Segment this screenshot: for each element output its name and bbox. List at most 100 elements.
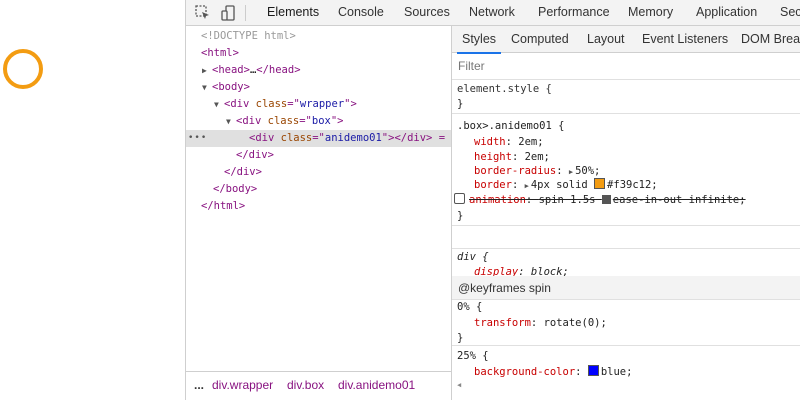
rule-close: } [457, 98, 464, 110]
closing-tag: </div> [224, 166, 262, 178]
tab-elements[interactable]: Elements [267, 0, 319, 25]
dom-node-close[interactable]: </html> [186, 198, 451, 215]
tab-console[interactable]: Console [338, 0, 384, 25]
doctype-text: <!DOCTYPE html> [201, 30, 296, 42]
toolbar-divider [245, 5, 246, 21]
expand-triangle-icon[interactable]: ▶ [569, 168, 573, 176]
rule-selector[interactable]: element.style { [457, 82, 552, 97]
dom-node-close[interactable]: </body> [186, 181, 451, 198]
breadcrumb-overflow[interactable]: ... [194, 378, 204, 392]
style-declaration-disabled[interactable]: animation: spin 1.5s ease-in-out infinit… [454, 193, 746, 208]
dom-node-head[interactable]: ▶ <head>…</head> [186, 62, 451, 79]
prop-value: rotate(0); [543, 317, 607, 329]
closing-tag: </html> [201, 200, 246, 212]
prop-value: spin 1.5s [538, 194, 596, 206]
rule-anidemo01: .box>.anidemo01 { width: 2em; height: 2e… [452, 114, 800, 226]
tag-text: </head> [256, 64, 301, 76]
dom-node-html[interactable]: <html> [186, 45, 451, 62]
breadcrumb: ... div.wrapper div.box div.anidemo01 [186, 371, 451, 400]
devtools-toolbar: Elements Console Sources Network Perform… [186, 0, 800, 26]
dom-node-box[interactable]: ▼ <div class="box"> [186, 113, 451, 130]
dom-node-anidemo01-selected[interactable]: ••• <div class="anidemo01"></div> = [186, 130, 451, 147]
tab-styles[interactable]: Styles [456, 26, 502, 54]
dom-node-close[interactable]: </div> [186, 147, 451, 164]
dom-node-close[interactable]: </div> [186, 164, 451, 181]
closing-tag: </body> [213, 183, 258, 195]
tag-name: div [242, 115, 262, 127]
closing-tag: </div> = [394, 132, 446, 144]
prop-value: 4px solid [530, 179, 588, 191]
keyframe-selector[interactable]: 0% { [457, 300, 482, 315]
tag-text: <html> [201, 47, 239, 59]
keyframe-25: 25% { background-color: blue; ◀ [452, 348, 800, 400]
tab-security[interactable]: Secu [780, 0, 800, 25]
prop-value: 2em; [518, 136, 544, 148]
rule-selector[interactable]: .box>.anidemo01 { [457, 119, 564, 134]
expand-triangle-icon[interactable]: ▶ [202, 62, 212, 79]
rule-close: } [457, 210, 464, 222]
prop-name: border-radius [474, 165, 557, 177]
prop-name: transform [474, 317, 531, 329]
tab-event-listeners[interactable]: Event Listeners [642, 26, 728, 53]
tab-dom-breakpoints[interactable]: DOM Breakpoints [741, 26, 800, 53]
prop-name: height [474, 151, 512, 163]
filter-input[interactable] [458, 57, 788, 75]
inspect-icon[interactable] [194, 4, 212, 22]
tag-name: div [255, 132, 275, 144]
color-swatch-icon[interactable] [587, 365, 599, 376]
breadcrumb-item[interactable]: div.box [287, 378, 324, 392]
style-declaration[interactable]: height: 2em; [474, 150, 550, 165]
style-declaration[interactable]: border-radius: ▶ 50%; [474, 164, 600, 179]
prop-value-tail: ease-in-out infinite; [612, 194, 746, 206]
tab-memory[interactable]: Memory [628, 0, 673, 25]
tab-sources[interactable]: Sources [404, 0, 450, 25]
tab-performance[interactable]: Performance [538, 0, 610, 25]
keyframe-0: 0% { transform: rotate(0); } [452, 300, 800, 346]
checkbox-icon[interactable] [454, 193, 465, 204]
prop-name: width [474, 136, 506, 148]
color-swatch-icon[interactable] [594, 178, 606, 189]
tab-layout[interactable]: Layout [587, 26, 625, 53]
breadcrumb-item[interactable]: div.anidemo01 [338, 378, 415, 392]
prop-name: animation [469, 194, 526, 206]
dom-tree: <!DOCTYPE html> <html> ▶ <head>…</head> ▼… [186, 26, 451, 371]
easing-editor-icon[interactable] [601, 195, 611, 204]
attr-value: anidemo01 [324, 132, 382, 144]
rule-close: } [457, 332, 464, 344]
expand-triangle-icon[interactable]: ▶ [525, 182, 529, 190]
keyframe-selector[interactable]: 25% { [457, 349, 489, 364]
collapse-triangle-icon[interactable]: ▼ [226, 113, 236, 130]
styles-subtabs: Styles Computed Layout Event Listeners D… [452, 26, 800, 54]
tab-network[interactable]: Network [469, 0, 515, 25]
rule-element-style: element.style { } [452, 80, 800, 114]
keyframes-header: @keyframes spin [452, 276, 800, 300]
attr-value: wrapper [299, 98, 345, 110]
page-viewport [0, 0, 185, 400]
dom-node-body[interactable]: ▼ <body> [186, 79, 451, 96]
style-declaration[interactable]: border: ▶ 4px solid #f39c12; [474, 178, 658, 193]
rule-selector[interactable]: div { [457, 250, 489, 265]
devtools-panel: Elements Console Sources Network Perform… [185, 0, 800, 400]
scroll-left-icon[interactable]: ◀ [457, 381, 461, 389]
dom-node-wrapper[interactable]: ▼ <div class="wrapper"> [186, 96, 451, 113]
closing-tag: </div> [236, 149, 274, 161]
collapse-triangle-icon[interactable]: ▼ [214, 96, 224, 113]
prop-value: 2em; [524, 151, 550, 163]
styles-pane: Styles Computed Layout Event Listeners D… [451, 26, 800, 400]
more-actions-icon[interactable]: ••• [188, 130, 207, 147]
attr-name: class [267, 115, 300, 127]
dom-node-doctype[interactable]: <!DOCTYPE html> [186, 28, 451, 45]
breadcrumb-item[interactable]: div.wrapper [212, 378, 273, 392]
attr-value: box [311, 115, 331, 127]
device-toggle-icon[interactable] [220, 4, 238, 22]
tab-computed[interactable]: Computed [511, 26, 569, 53]
collapse-triangle-icon[interactable]: ▼ [202, 79, 212, 96]
style-declaration[interactable]: width: 2em; [474, 135, 544, 150]
tag-text: <head> [212, 64, 250, 76]
filter-bar [452, 53, 800, 80]
attr-name: class [280, 132, 313, 144]
style-declaration[interactable]: background-color: blue; [474, 365, 632, 380]
prop-color-value: #f39c12; [607, 179, 658, 191]
tab-application[interactable]: Application [696, 0, 757, 25]
style-declaration[interactable]: transform: rotate(0); [474, 316, 607, 331]
